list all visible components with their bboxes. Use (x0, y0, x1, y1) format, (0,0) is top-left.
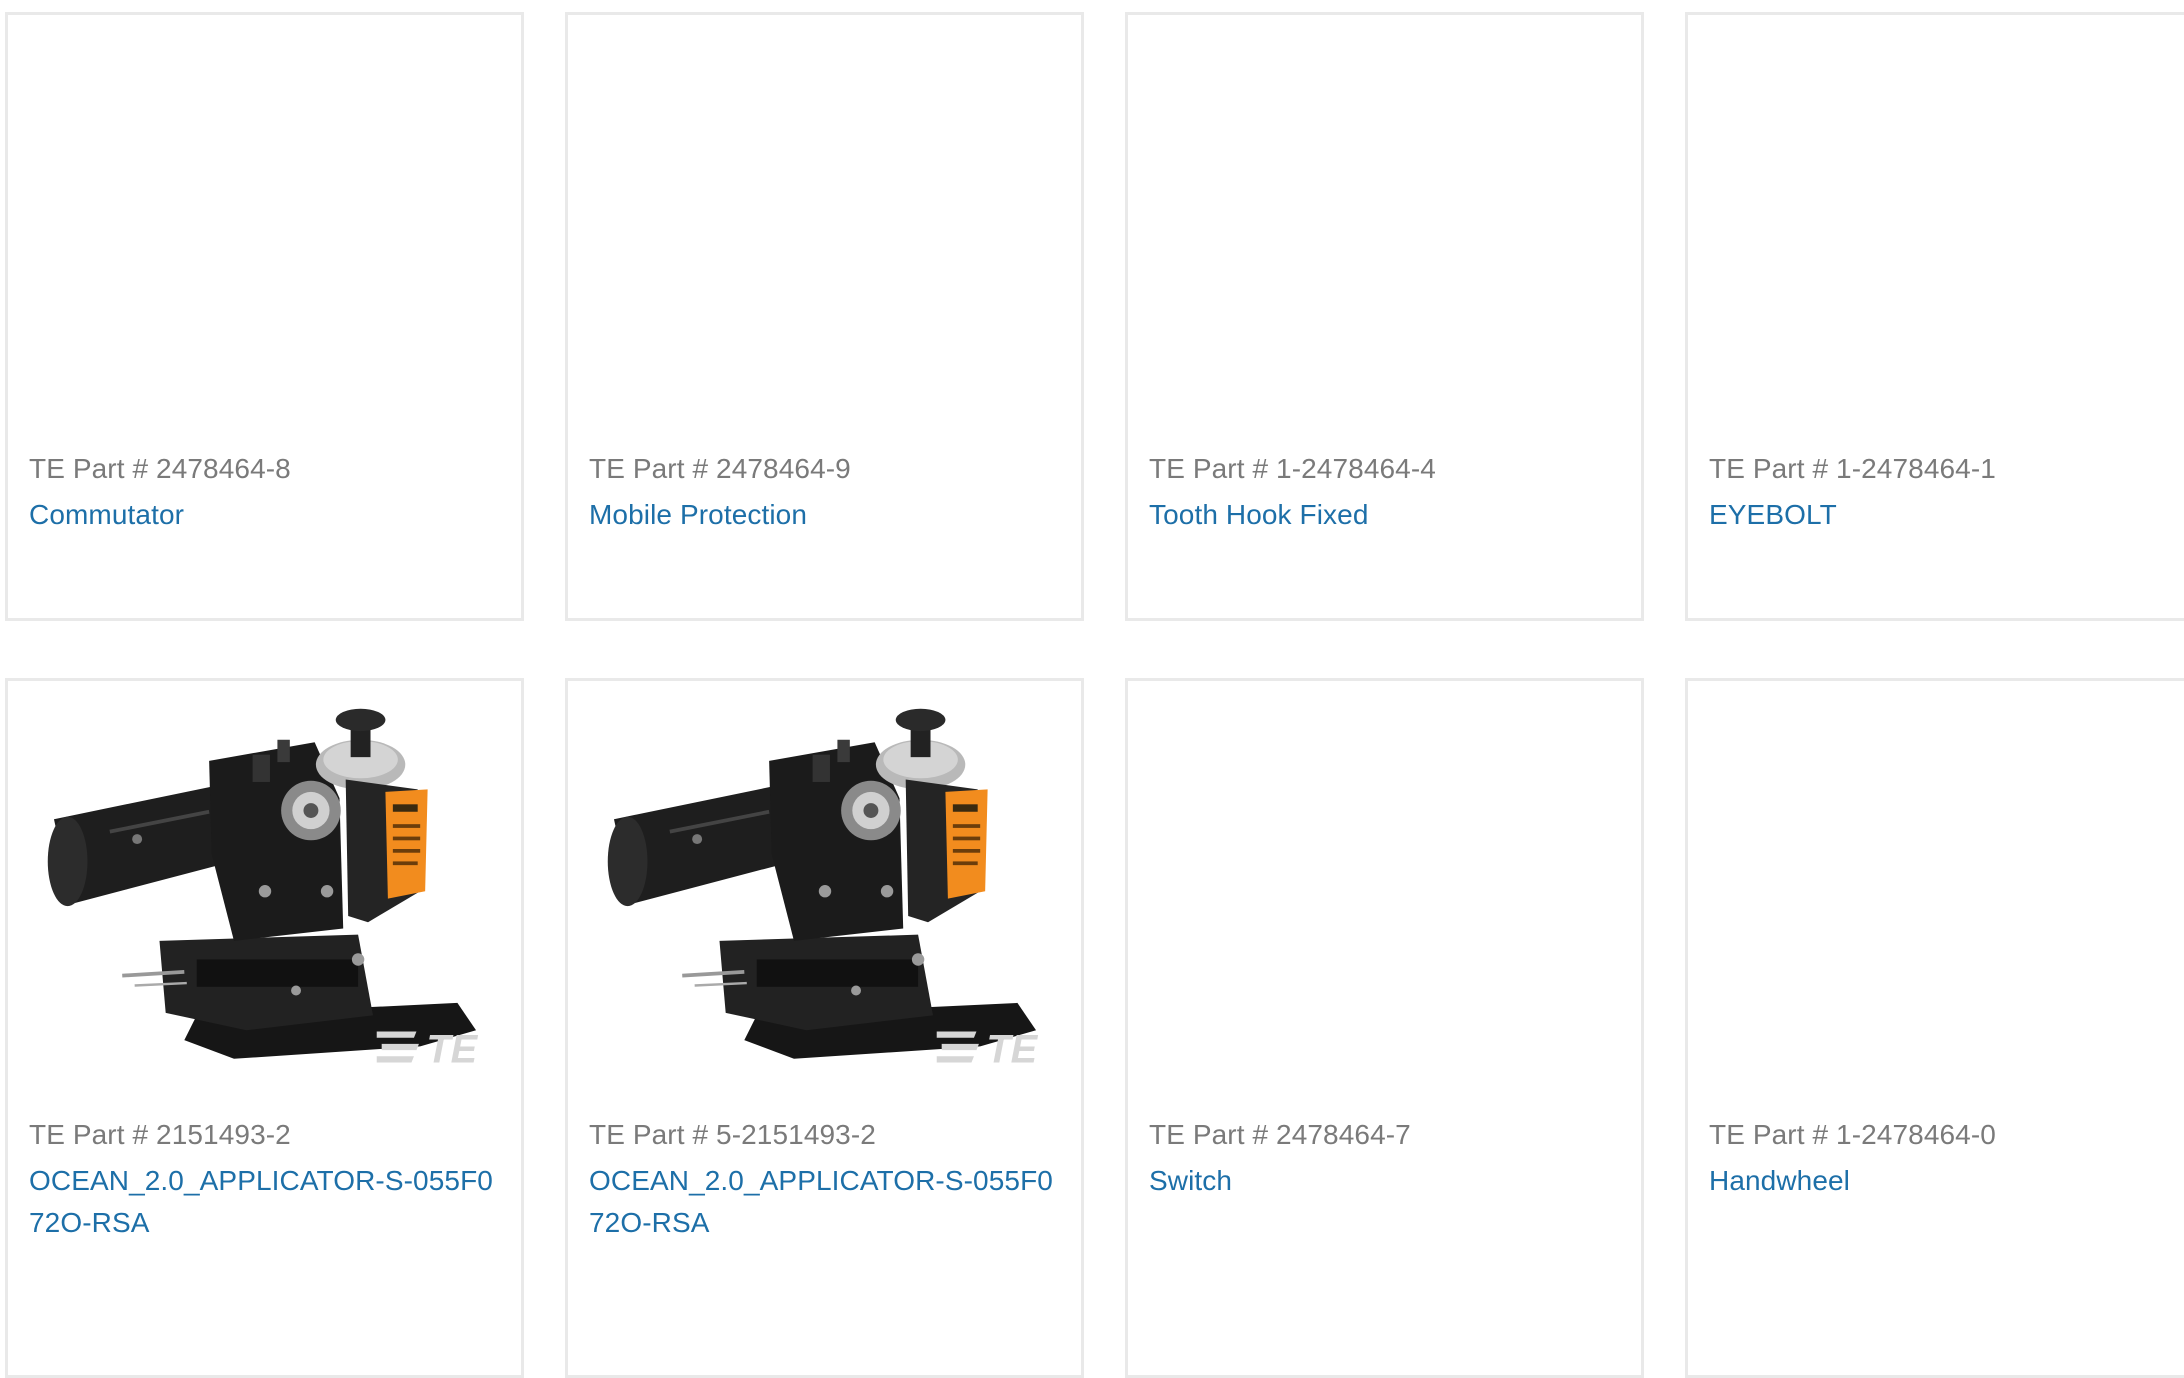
product-name-link[interactable]: Commutator (29, 494, 501, 536)
product-name-link[interactable]: Switch (1149, 1160, 1621, 1202)
applicator-product-image: TE (605, 706, 1039, 1065)
svg-text:TE: TE (426, 1028, 478, 1065)
product-name-link[interactable]: Tooth Hook Fixed (1149, 494, 1621, 536)
product-image-placeholder (1142, 695, 1628, 1115)
te-watermark-logo: TE (936, 1028, 1039, 1065)
applicator-product-image: TE (45, 706, 479, 1065)
part-number-label: TE Part # 2478464-8 (29, 453, 291, 484)
te-watermark-logo: TE (376, 1028, 479, 1065)
part-number-label: TE Part # 1-2478464-4 (1149, 453, 1436, 484)
product-card[interactable]: TE Part # 2478464-7 Switch (1125, 678, 1644, 1378)
product-grid: TE Part # 2478464-8 Commutator TE Part #… (0, 0, 2184, 1378)
part-number-label: TE Part # 1-2478464-1 (1709, 453, 1996, 484)
part-number-label: TE Part # 2151493-2 (29, 1119, 291, 1150)
product-card[interactable]: TE Part # 1-2478464-0 Handwheel (1685, 678, 2184, 1378)
product-name-link[interactable]: OCEAN_2.0_APPLICATOR-S-055F072O-RSA (29, 1160, 501, 1244)
product-card[interactable]: TE Part # 1-2478464-1 EYEBOLT (1685, 12, 2184, 621)
product-image-placeholder (1142, 29, 1628, 449)
product-image-placeholder (1702, 695, 2184, 1115)
part-number-label: TE Part # 2478464-9 (589, 453, 851, 484)
svg-text:TE: TE (986, 1028, 1038, 1065)
product-card[interactable]: TE Part # 1-2478464-4 Tooth Hook Fixed (1125, 12, 1644, 621)
part-number-label: TE Part # 2478464-7 (1149, 1119, 1411, 1150)
product-image-placeholder (582, 29, 1068, 449)
product-card[interactable]: TE Part # 2478464-9 Mobile Protection (565, 12, 1084, 621)
product-name-link[interactable]: Mobile Protection (589, 494, 1061, 536)
part-number-label: TE Part # 1-2478464-0 (1709, 1119, 1996, 1150)
part-number-label: TE Part # 5-2151493-2 (589, 1119, 876, 1150)
product-name-link[interactable]: Handwheel (1709, 1160, 2181, 1202)
product-name-link[interactable]: OCEAN_2.0_APPLICATOR-S-055F072O-RSA (589, 1160, 1061, 1244)
product-image[interactable]: TE (582, 695, 1068, 1115)
product-card[interactable]: TE Part # 2478464-8 Commutator (5, 12, 524, 621)
product-card[interactable]: TE TE Part # 5-2151493-2 OCEAN_2.0_APPLI… (565, 678, 1084, 1378)
product-image-placeholder (1702, 29, 2184, 449)
product-image-placeholder (22, 29, 508, 449)
product-image[interactable]: TE (22, 695, 508, 1115)
product-card[interactable]: TE TE Part # 2151493-2 OCEAN_2.0_APPLICA… (5, 678, 524, 1378)
product-name-link[interactable]: EYEBOLT (1709, 494, 2181, 536)
